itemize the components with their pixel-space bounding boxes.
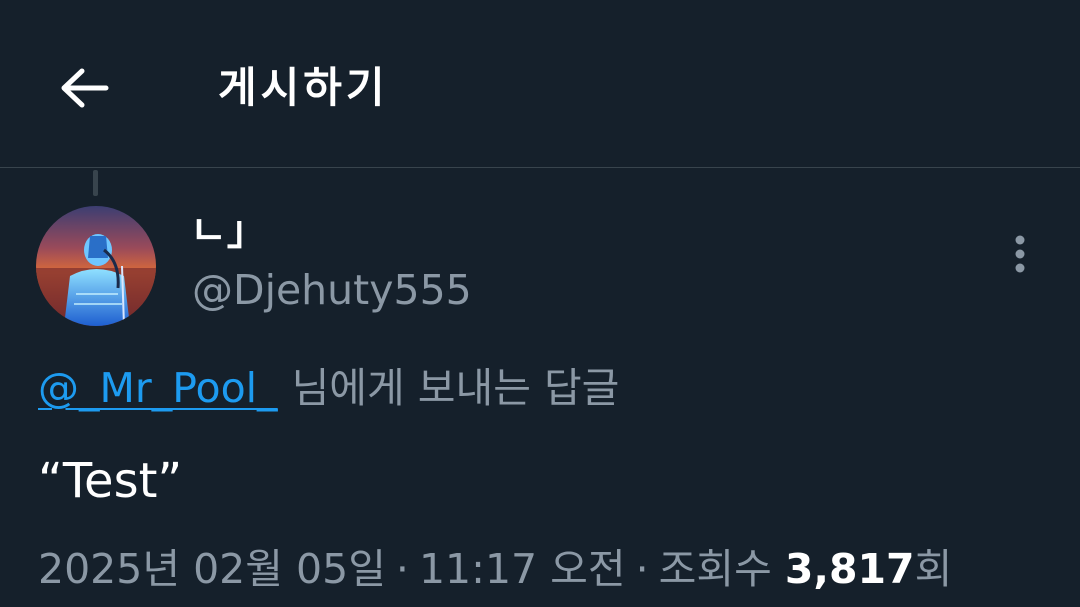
views-unit: 회 (914, 545, 953, 593)
thread-connector-line (93, 170, 98, 196)
more-vertical-icon (1015, 235, 1025, 273)
post-text: “Test” (38, 453, 183, 509)
reply-context: @_Mr_Pool_ 님에게 보내는 답글 (38, 358, 619, 418)
separator-dot: · (635, 545, 649, 593)
back-button[interactable] (52, 58, 116, 118)
avatar[interactable] (36, 206, 156, 326)
more-options-button[interactable] (998, 228, 1042, 280)
page-title: 게시하기 (218, 63, 389, 112)
views-count[interactable]: 3,817 (785, 545, 915, 593)
post-date[interactable]: 2025년 02월 05일 (38, 545, 386, 593)
top-app-bar: 게시하기 (0, 0, 1080, 168)
display-name[interactable]: ㄴ」 (190, 205, 267, 257)
post-metadata: 2025년 02월 05일 · 11:17 오전 · 조회수 3,817회 (38, 538, 952, 600)
reply-mention-link[interactable]: @_Mr_Pool_ (38, 364, 278, 412)
post-time[interactable]: 11:17 오전 (419, 545, 626, 593)
arrow-left-icon (61, 68, 109, 108)
separator-dot: · (395, 545, 409, 593)
reply-context-label: 님에게 보내는 답글 (291, 364, 620, 412)
avatar-image (36, 206, 156, 326)
user-handle[interactable]: @Djehuty555 (192, 262, 472, 318)
views-label: 조회수 (658, 545, 772, 593)
